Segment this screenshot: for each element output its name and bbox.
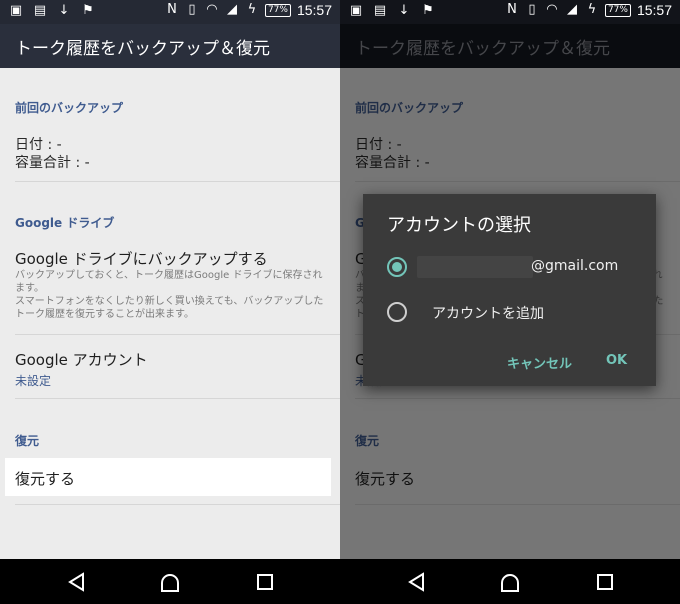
add-account-label[interactable]: アカウントを追加 bbox=[432, 303, 544, 323]
redacted-email bbox=[417, 256, 533, 278]
backup-description-line-1: バックアップしておくと、トーク履歴はGoogle ドライブに保存されます。 bbox=[15, 270, 323, 294]
download-icon: ↓ bbox=[398, 3, 410, 18]
backup-to-drive-item[interactable]: Google ドライブにバックアップする bbox=[15, 248, 268, 269]
vibrate-icon: ▯ bbox=[528, 2, 536, 17]
clock: 15:57 bbox=[296, 2, 332, 18]
navigation-bar bbox=[0, 559, 340, 604]
back-icon[interactable] bbox=[406, 571, 428, 593]
restore-button[interactable]: 復元する bbox=[5, 458, 331, 496]
vibrate-icon: ▯ bbox=[188, 2, 196, 17]
radio-add-account[interactable] bbox=[387, 302, 407, 322]
cancel-button[interactable]: キャンセル bbox=[507, 353, 572, 372]
dialog-title: アカウントの選択 bbox=[387, 215, 531, 236]
charging-icon: ϟ bbox=[247, 2, 257, 17]
sim-icon: ▤ bbox=[373, 3, 387, 18]
home-icon[interactable] bbox=[499, 571, 521, 593]
divider bbox=[15, 334, 340, 335]
wifi-icon: ◠ bbox=[206, 2, 218, 17]
divider bbox=[15, 181, 340, 182]
backup-description-line-2: スマートフォンをなくしたり新しく買い換えても、バックアップしたトーク履歴を復元す… bbox=[15, 296, 324, 320]
status-bar: ▣ ▤ ↓ ⚑ N ▯ ◠ ◢ ϟ 77% 15:57 bbox=[0, 0, 340, 24]
battery-indicator: 77% bbox=[264, 3, 291, 17]
signal-icon: ◢ bbox=[226, 2, 237, 17]
radio-email-account[interactable] bbox=[387, 257, 407, 277]
divider bbox=[15, 398, 340, 399]
navigation-bar bbox=[340, 559, 680, 604]
divider bbox=[15, 504, 340, 505]
right-screen: ▣ ▤ ↓ ⚑ N ▯ ◠ ◢ ϟ 77% 15:57 トーク履歴をバックアップ… bbox=[340, 0, 680, 604]
left-screen: ▣ ▤ ↓ ⚑ N ▯ ◠ ◢ ϟ 77% 15:57 トーク履歴をバックアップ… bbox=[0, 0, 340, 604]
home-icon[interactable] bbox=[159, 571, 181, 593]
ok-button[interactable]: OK bbox=[606, 353, 627, 368]
restore-button-label: 復元する bbox=[15, 470, 76, 488]
wifi-icon: ◠ bbox=[546, 2, 558, 17]
backup-date: 日付 : - bbox=[15, 137, 62, 153]
backup-size: 容量合計 : - bbox=[15, 155, 90, 171]
recent-apps-icon[interactable] bbox=[594, 571, 616, 593]
battery-indicator: 77% bbox=[604, 3, 631, 17]
page-title: トーク履歴をバックアップ＆復元 bbox=[15, 39, 270, 59]
download-icon: ↓ bbox=[58, 3, 70, 18]
app-bar: トーク履歴をバックアップ＆復元 bbox=[0, 24, 340, 68]
section-header-previous-backup: 前回のバックアップ bbox=[15, 101, 124, 115]
flag-icon: ⚑ bbox=[82, 3, 94, 18]
nfc-icon: N bbox=[167, 2, 177, 17]
backup-description: バックアップしておくと、トーク履歴はGoogle ドライブに保存されます。 スマ… bbox=[15, 269, 330, 321]
signal-icon: ◢ bbox=[566, 2, 577, 17]
section-header-restore: 復元 bbox=[15, 434, 40, 448]
screenshot-pair: ▣ ▤ ↓ ⚑ N ▯ ◠ ◢ ϟ 77% 15:57 トーク履歴をバックアップ… bbox=[0, 0, 680, 604]
status-bar: ▣ ▤ ↓ ⚑ N ▯ ◠ ◢ ϟ 77% 15:57 bbox=[340, 0, 680, 24]
settings-list: 前回のバックアップ 日付 : - 容量合計 : - Google ドライブ Go… bbox=[0, 68, 340, 559]
image-icon: ▣ bbox=[349, 3, 363, 18]
clock: 15:57 bbox=[636, 2, 672, 18]
section-header-google-drive: Google ドライブ bbox=[15, 216, 115, 230]
recent-apps-icon[interactable] bbox=[254, 571, 276, 593]
google-account-item[interactable]: Google アカウント bbox=[15, 349, 148, 370]
account-picker-dialog: アカウントの選択 @gmail.com アカウントを追加 キャンセル OK bbox=[363, 194, 656, 386]
email-account-label[interactable]: @gmail.com bbox=[531, 258, 618, 274]
charging-icon: ϟ bbox=[587, 2, 597, 17]
back-icon[interactable] bbox=[66, 571, 88, 593]
sim-icon: ▤ bbox=[33, 3, 47, 18]
google-account-value: 未設定 bbox=[15, 374, 52, 388]
flag-icon: ⚑ bbox=[422, 3, 434, 18]
image-icon: ▣ bbox=[9, 3, 23, 18]
nfc-icon: N bbox=[507, 2, 517, 17]
